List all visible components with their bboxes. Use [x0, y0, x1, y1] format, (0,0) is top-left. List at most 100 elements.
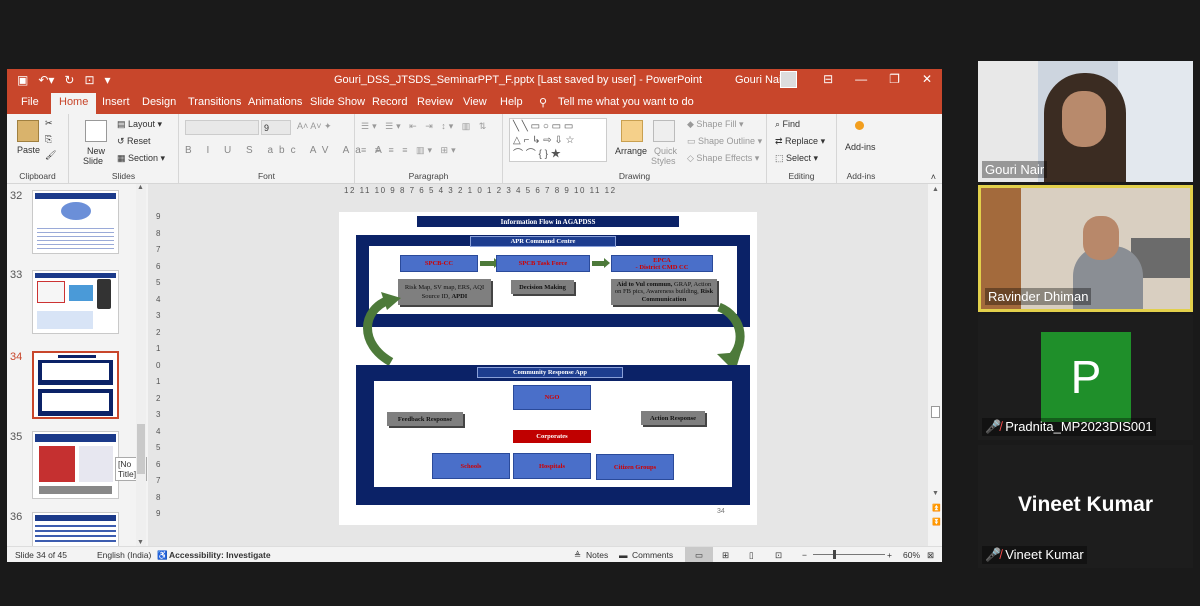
tab-record[interactable]: Record — [372, 96, 407, 108]
ruler-mark: 5 — [156, 278, 161, 287]
zoom-level[interactable]: 60% — [903, 550, 920, 560]
scroll-thumb[interactable] — [931, 406, 940, 418]
tell-me-search[interactable]: Tell me what you want to do — [558, 96, 694, 108]
cut-icon[interactable]: ✂ — [45, 118, 53, 129]
shape-fill-button[interactable]: ◆ Shape Fill ▾ — [687, 119, 743, 130]
tab-transitions[interactable]: Transitions — [188, 96, 241, 108]
participant-tile[interactable]: Vineet Kumar 🎤̸ Vineet Kumar — [978, 445, 1193, 568]
list-buttons[interactable]: ☰▾ ☰▾ ⇤ ⇥ ↕▾ ▥ ⇅ — [361, 121, 489, 132]
comments-button[interactable]: Comments — [632, 550, 673, 560]
participant-tile[interactable]: Gouri Nair — [978, 61, 1193, 182]
user-name[interactable]: Gouri Nair — [735, 74, 785, 86]
slide-thumbnail[interactable] — [32, 431, 119, 499]
language-indicator[interactable]: English (India) — [97, 550, 151, 560]
select-button[interactable]: ⬚ Select ▾ — [775, 153, 818, 164]
ribbon: Paste ✂ ⎘ 🖌 Clipboard New Slide ▤ Layout… — [7, 114, 942, 184]
mic-muted-icon: 🎤̸ — [985, 547, 1002, 562]
addins-icon[interactable] — [855, 121, 864, 130]
align-buttons[interactable]: ≡ ≡ ≡ ≡ ▥▾ ⊞▾ — [361, 145, 459, 156]
tab-file[interactable]: File — [21, 96, 39, 108]
slide-thumbnail[interactable] — [32, 270, 119, 334]
copy-icon[interactable]: ⎘ — [45, 134, 52, 145]
font-size-input[interactable]: 9 — [261, 120, 291, 135]
tab-slide-show[interactable]: Slide Show — [310, 96, 365, 108]
redo-icon[interactable]: ↻ — [64, 73, 74, 87]
title-bar: ▣ ↶▾ ↻ ⊡ ▾ Gouri_DSS_JTSDS_SeminarPPT_F.… — [7, 69, 942, 91]
scroll-up-icon[interactable]: ▲ — [932, 186, 939, 193]
participant-tile[interactable]: P 🎤̸ Pradnita_MP2023DIS001 — [978, 315, 1193, 440]
slide-sorter-icon[interactable]: ⊞ — [722, 550, 729, 561]
slide-thumbnail[interactable] — [32, 512, 119, 546]
paste-icon[interactable] — [17, 120, 39, 142]
participant-name: Vineet Kumar — [1005, 547, 1084, 562]
tab-review[interactable]: Review — [417, 96, 453, 108]
ruler-mark: 8 — [156, 492, 161, 502]
mic-muted-icon: 🎤̸ — [985, 419, 1002, 434]
section-button[interactable]: ▦ Section ▾ — [117, 153, 165, 164]
tab-view[interactable]: View — [463, 96, 487, 108]
arrange-button[interactable]: Arrange — [615, 146, 647, 156]
group-label: Clipboard — [19, 171, 56, 181]
slideshow-icon[interactable]: ⊡ — [775, 550, 782, 561]
reading-view-icon[interactable]: ▯ — [749, 550, 754, 561]
layout-button[interactable]: ▤ Layout ▾ — [117, 119, 162, 130]
editor-scrollbar[interactable]: ▲ ▼ ⏫ ⏬ — [929, 184, 942, 546]
replace-button[interactable]: ⇄ Replace ▾ — [775, 136, 825, 147]
start-from-beginning-icon[interactable]: ⊡ — [84, 73, 94, 87]
paste-button[interactable]: Paste — [17, 145, 40, 155]
slide-editor: 12 11 10 9 8 7 6 5 4 3 2 1 0 1 2 3 4 5 6… — [148, 184, 928, 546]
user-avatar[interactable] — [780, 71, 797, 88]
participant-tile-active-speaker[interactable]: Ravinder Dhiman — [978, 185, 1193, 312]
slide-page-number: 34 — [717, 508, 725, 515]
new-slide-icon[interactable] — [85, 120, 107, 142]
quick-styles-label-2[interactable]: Styles — [651, 156, 676, 166]
ribbon-display-options-icon[interactable]: ⊟ — [823, 72, 833, 86]
tab-design[interactable]: Design — [142, 96, 176, 108]
scroll-down-icon[interactable]: ▼ — [932, 490, 939, 497]
tab-help[interactable]: Help — [500, 96, 523, 108]
restore-button[interactable]: ❐ — [889, 72, 900, 86]
tab-home[interactable]: Home — [51, 93, 97, 114]
new-slide-label-1[interactable]: New — [87, 146, 105, 156]
new-slide-label-2[interactable]: Slide — [83, 156, 103, 166]
arrange-icon[interactable] — [621, 120, 643, 142]
minimize-button[interactable]: — — [855, 72, 867, 86]
next-slide-icon[interactable]: ⏬ — [932, 518, 941, 526]
reset-button[interactable]: ↺ Reset — [117, 136, 151, 147]
find-button[interactable]: ⌕ Find — [775, 119, 800, 130]
zoom-slider[interactable] — [813, 554, 885, 555]
undo-icon[interactable]: ↶▾ — [38, 73, 54, 87]
ngo-box: NGO — [513, 385, 591, 410]
accessibility-status[interactable]: Accessibility: Investigate — [169, 550, 271, 560]
slide-thumbnail-selected[interactable] — [32, 351, 119, 419]
close-button[interactable]: ✕ — [922, 72, 932, 86]
thumbnail-number: 33 — [10, 269, 23, 281]
current-slide[interactable]: Information Flow in AGAPDSS APR Command … — [339, 212, 757, 525]
shape-effects-button[interactable]: ◇ Shape Effects ▾ — [687, 153, 759, 164]
collapse-ribbon-icon[interactable]: ˄ — [931, 172, 936, 182]
customize-icon[interactable]: ▾ — [105, 73, 111, 87]
save-icon[interactable]: ▣ — [17, 73, 28, 87]
group-label: Add-ins — [846, 171, 876, 181]
quick-styles-icon[interactable] — [653, 120, 675, 142]
tab-insert[interactable]: Insert — [102, 96, 130, 108]
slide-thumbnail[interactable] — [32, 190, 119, 254]
font-grow-shrink-icon[interactable]: A˄ A˅ ✦ — [297, 121, 332, 132]
participant-display-name: Vineet Kumar — [1018, 493, 1153, 516]
zoom-slider-thumb[interactable] — [833, 550, 836, 559]
previous-slide-icon[interactable]: ⏫ — [932, 504, 941, 512]
zoom-in-icon[interactable]: + — [887, 550, 892, 560]
window-controls: ⊟ — ❐ ✕ — [823, 72, 932, 86]
quick-styles-label-1[interactable]: Quick — [654, 146, 677, 156]
fit-to-window-icon[interactable]: ⊠ — [927, 550, 934, 561]
zoom-out-icon[interactable]: − — [802, 550, 807, 560]
editing-group: ⌕ Find ⇄ Replace ▾ ⬚ Select ▾ Editing — [767, 114, 837, 184]
shape-outline-button[interactable]: ▭ Shape Outline ▾ — [687, 136, 762, 147]
font-name-input[interactable] — [185, 120, 259, 135]
thumbnail-scrollbar[interactable]: ▲ ▼ — [136, 184, 146, 546]
tab-animations[interactable]: Animations — [248, 96, 302, 108]
addins-button[interactable]: Add-ins — [845, 142, 876, 152]
format-painter-icon[interactable]: 🖌 — [45, 150, 56, 161]
notes-button[interactable]: Notes — [586, 550, 608, 560]
shapes-gallery[interactable]: ╲ ╲ ▭ ○ ▭ ▭ △ ⌐ ↳ ⇨ ⇩ ☆ ⌒ ⌒ { } ★ — [509, 118, 607, 162]
